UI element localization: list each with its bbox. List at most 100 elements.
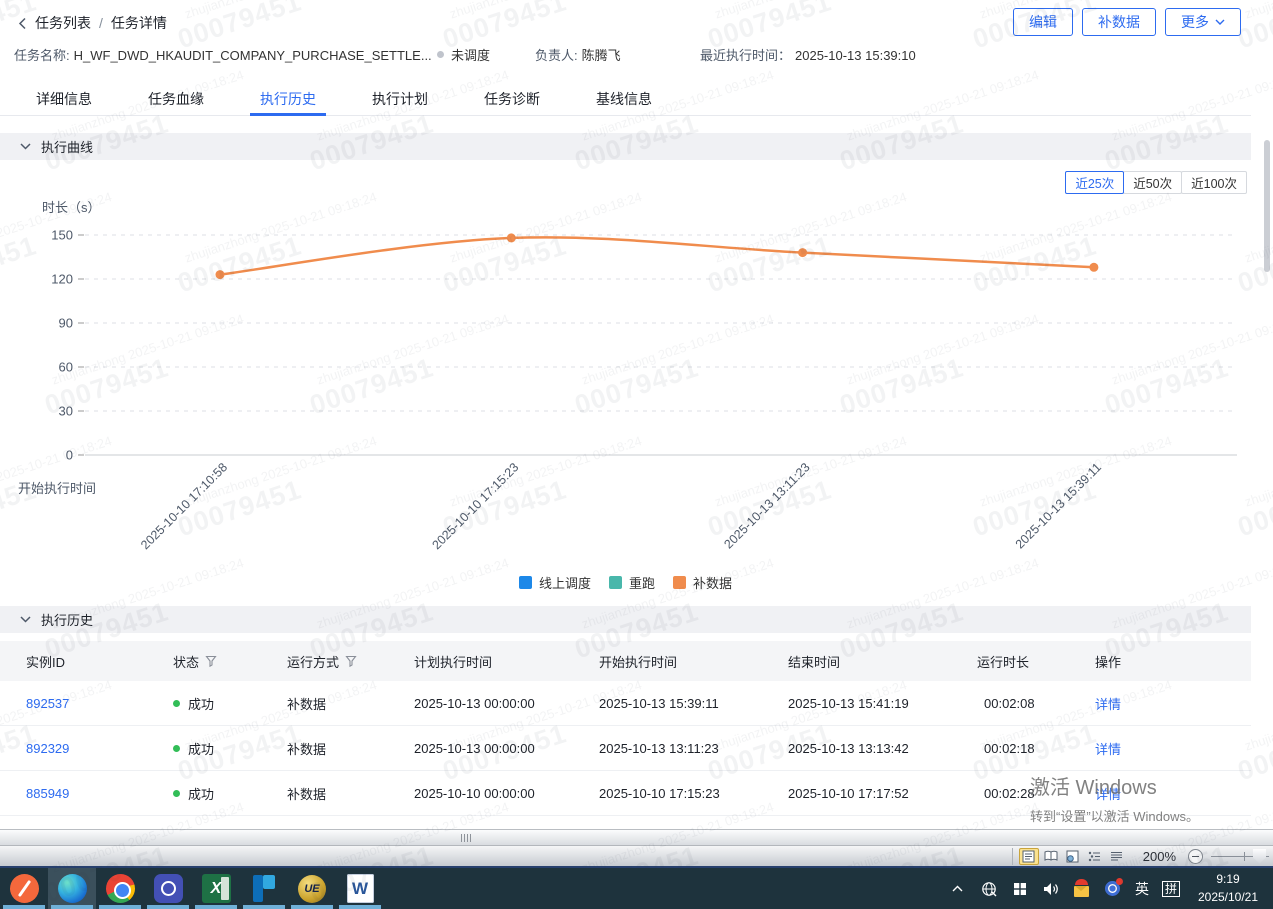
running-indicator [243, 905, 285, 909]
running-indicator [195, 905, 237, 909]
legend-swatch-icon [673, 576, 686, 589]
legend-rerun[interactable]: 重跑 [609, 573, 655, 592]
zoom-out-button[interactable] [1188, 849, 1203, 864]
legend-swatch-icon [519, 576, 532, 589]
word-icon: W [347, 874, 374, 903]
taskbar-clock[interactable]: 9:19 2025/10/21 [1193, 871, 1263, 906]
excel-icon: X [202, 874, 231, 903]
svg-text:2025-10-10 17:10:58: 2025-10-10 17:10:58 [138, 460, 230, 552]
planned-time-cell: 2025-10-10 00:00:00 [414, 786, 599, 801]
zoom-slider[interactable] [1211, 849, 1269, 864]
tray-date: 2025/10/21 [1193, 889, 1263, 906]
instance-id-link[interactable]: 892537 [26, 696, 173, 711]
tray-expand-icon[interactable] [949, 880, 967, 898]
web-layout-view-icon[interactable] [1063, 848, 1083, 865]
run-type-cell: 补数据 [287, 694, 414, 713]
horizontal-scrollbar[interactable] [0, 829, 1273, 846]
taskbar-app-excel[interactable]: X [192, 868, 240, 909]
taskbar-app-chrome[interactable] [96, 868, 144, 909]
zoom-level[interactable]: 200% [1143, 849, 1176, 864]
volume-icon[interactable] [1042, 880, 1060, 898]
range-last-25[interactable]: 近25次 [1065, 171, 1124, 194]
taskbar-app-blue-f[interactable] [240, 868, 288, 909]
tab-execution-plan[interactable]: 执行计划 [372, 86, 428, 115]
running-indicator [147, 905, 189, 909]
tab-detail-info[interactable]: 详细信息 [36, 86, 92, 115]
detail-link[interactable]: 详情 [1095, 784, 1251, 803]
execution-curve-chart[interactable]: 0306090120150时长（s）开始执行时间2025-10-10 17:10… [0, 195, 1251, 560]
svg-text:60: 60 [59, 360, 73, 375]
range-last-100[interactable]: 近100次 [1181, 171, 1247, 194]
legend-online-schedule[interactable]: 线上调度 [519, 573, 591, 592]
backfill-button[interactable]: 补数据 [1082, 8, 1156, 36]
print-layout-view-icon[interactable] [1019, 848, 1039, 865]
foxmail-icon[interactable] [1073, 880, 1091, 898]
running-indicator [291, 905, 333, 909]
network-globe-icon[interactable] [980, 880, 998, 898]
tab-lineage[interactable]: 任务血缘 [148, 86, 204, 115]
fullscreen-reading-view-icon[interactable] [1041, 848, 1061, 865]
taskbar-app-edge[interactable] [48, 868, 96, 909]
range-last-50[interactable]: 近50次 [1123, 171, 1182, 194]
task-name: 任务名称:H_WF_DWD_HKAUDIT_COMPANY_PURCHASE_S… [14, 45, 432, 64]
schedule-status-badge: 未调度 [437, 45, 490, 64]
legend-swatch-icon [609, 576, 622, 589]
taskbar-app-ultraedit[interactable]: UE [288, 868, 336, 909]
orange-launcher-icon [10, 874, 39, 903]
col-start-time: 开始执行时间 [599, 652, 788, 671]
success-dot-icon [173, 790, 180, 797]
taskbar-app-community[interactable] [144, 868, 192, 909]
ime-language-indicator[interactable]: 英 [1135, 879, 1149, 899]
status-dot-icon [437, 51, 444, 58]
draft-view-icon[interactable] [1107, 848, 1127, 865]
tab-baseline-info[interactable]: 基线信息 [596, 86, 652, 115]
collapse-chevron-icon [20, 143, 31, 150]
app-grid-icon[interactable] [1011, 880, 1029, 898]
history-section-header[interactable]: 执行历史 [0, 606, 1251, 633]
range-selector: 近25次 近50次 近100次 [1066, 171, 1247, 194]
col-end-time: 结束时间 [788, 652, 977, 671]
execution-history-table: 实例ID 状态 运行方式 计划执行时间 开始执行时间 结束时间 运行时长 [0, 641, 1251, 816]
table-row: 885949 成功 补数据 2025-10-10 00:00:00 2025-1… [0, 771, 1251, 816]
svg-text:开始执行时间: 开始执行时间 [18, 481, 96, 496]
taskbar-app-orange-launcher[interactable] [0, 868, 48, 909]
notification-app-icon[interactable] [1104, 880, 1122, 898]
taskbar-app-word[interactable]: W [336, 868, 384, 909]
tab-diagnosis[interactable]: 任务诊断 [484, 86, 540, 115]
detail-link[interactable]: 详情 [1095, 694, 1251, 713]
ultraedit-icon: UE [298, 875, 326, 903]
breadcrumb-task-list[interactable]: 任务列表 [35, 13, 91, 33]
col-duration: 运行时长 [977, 652, 1095, 671]
word-status-bar: 200% [0, 846, 1273, 868]
filter-icon[interactable] [345, 655, 357, 667]
instance-id-link[interactable]: 892329 [26, 741, 173, 756]
curve-section-header[interactable]: 执行曲线 [0, 133, 1251, 160]
back-icon[interactable] [18, 17, 27, 30]
notification-badge [1116, 878, 1123, 885]
scrollbar-grip-icon[interactable] [461, 834, 471, 842]
col-status: 状态 [173, 652, 287, 671]
task-detail-page: 任务列表 / 任务详情 编辑 补数据 更多 任务名称:H_WF_DWD_HKAU… [0, 0, 1273, 829]
edit-button[interactable]: 编辑 [1013, 8, 1073, 36]
task-info-row: 任务名称:H_WF_DWD_HKAUDIT_COMPANY_PURCHASE_S… [0, 45, 1273, 65]
header-actions: 编辑 补数据 更多 [1013, 8, 1241, 36]
zoom-slider-handle[interactable] [1253, 849, 1266, 864]
status-cell: 成功 [173, 739, 287, 758]
filter-icon[interactable] [205, 655, 217, 667]
outline-view-icon[interactable] [1085, 848, 1105, 865]
col-planned-time: 计划执行时间 [414, 652, 599, 671]
running-indicator [99, 905, 141, 909]
tab-execution-history[interactable]: 执行历史 [260, 86, 316, 115]
svg-text:2025-10-13 13:11:23: 2025-10-13 13:11:23 [721, 460, 812, 551]
instance-id-link[interactable]: 885949 [26, 786, 173, 801]
detail-link[interactable]: 详情 [1095, 739, 1251, 758]
duration-cell: 00:02:18 [977, 741, 1095, 756]
blue-f-app-icon [251, 875, 277, 902]
run-type-cell: 补数据 [287, 739, 414, 758]
vertical-scrollbar-thumb[interactable] [1264, 140, 1270, 272]
legend-backfill[interactable]: 补数据 [673, 573, 732, 592]
more-button[interactable]: 更多 [1165, 8, 1241, 36]
start-time-cell: 2025-10-13 15:39:11 [599, 696, 788, 711]
ime-pinyin-indicator[interactable]: 拼 [1162, 881, 1180, 897]
breadcrumb: 任务列表 / 任务详情 [18, 13, 167, 33]
